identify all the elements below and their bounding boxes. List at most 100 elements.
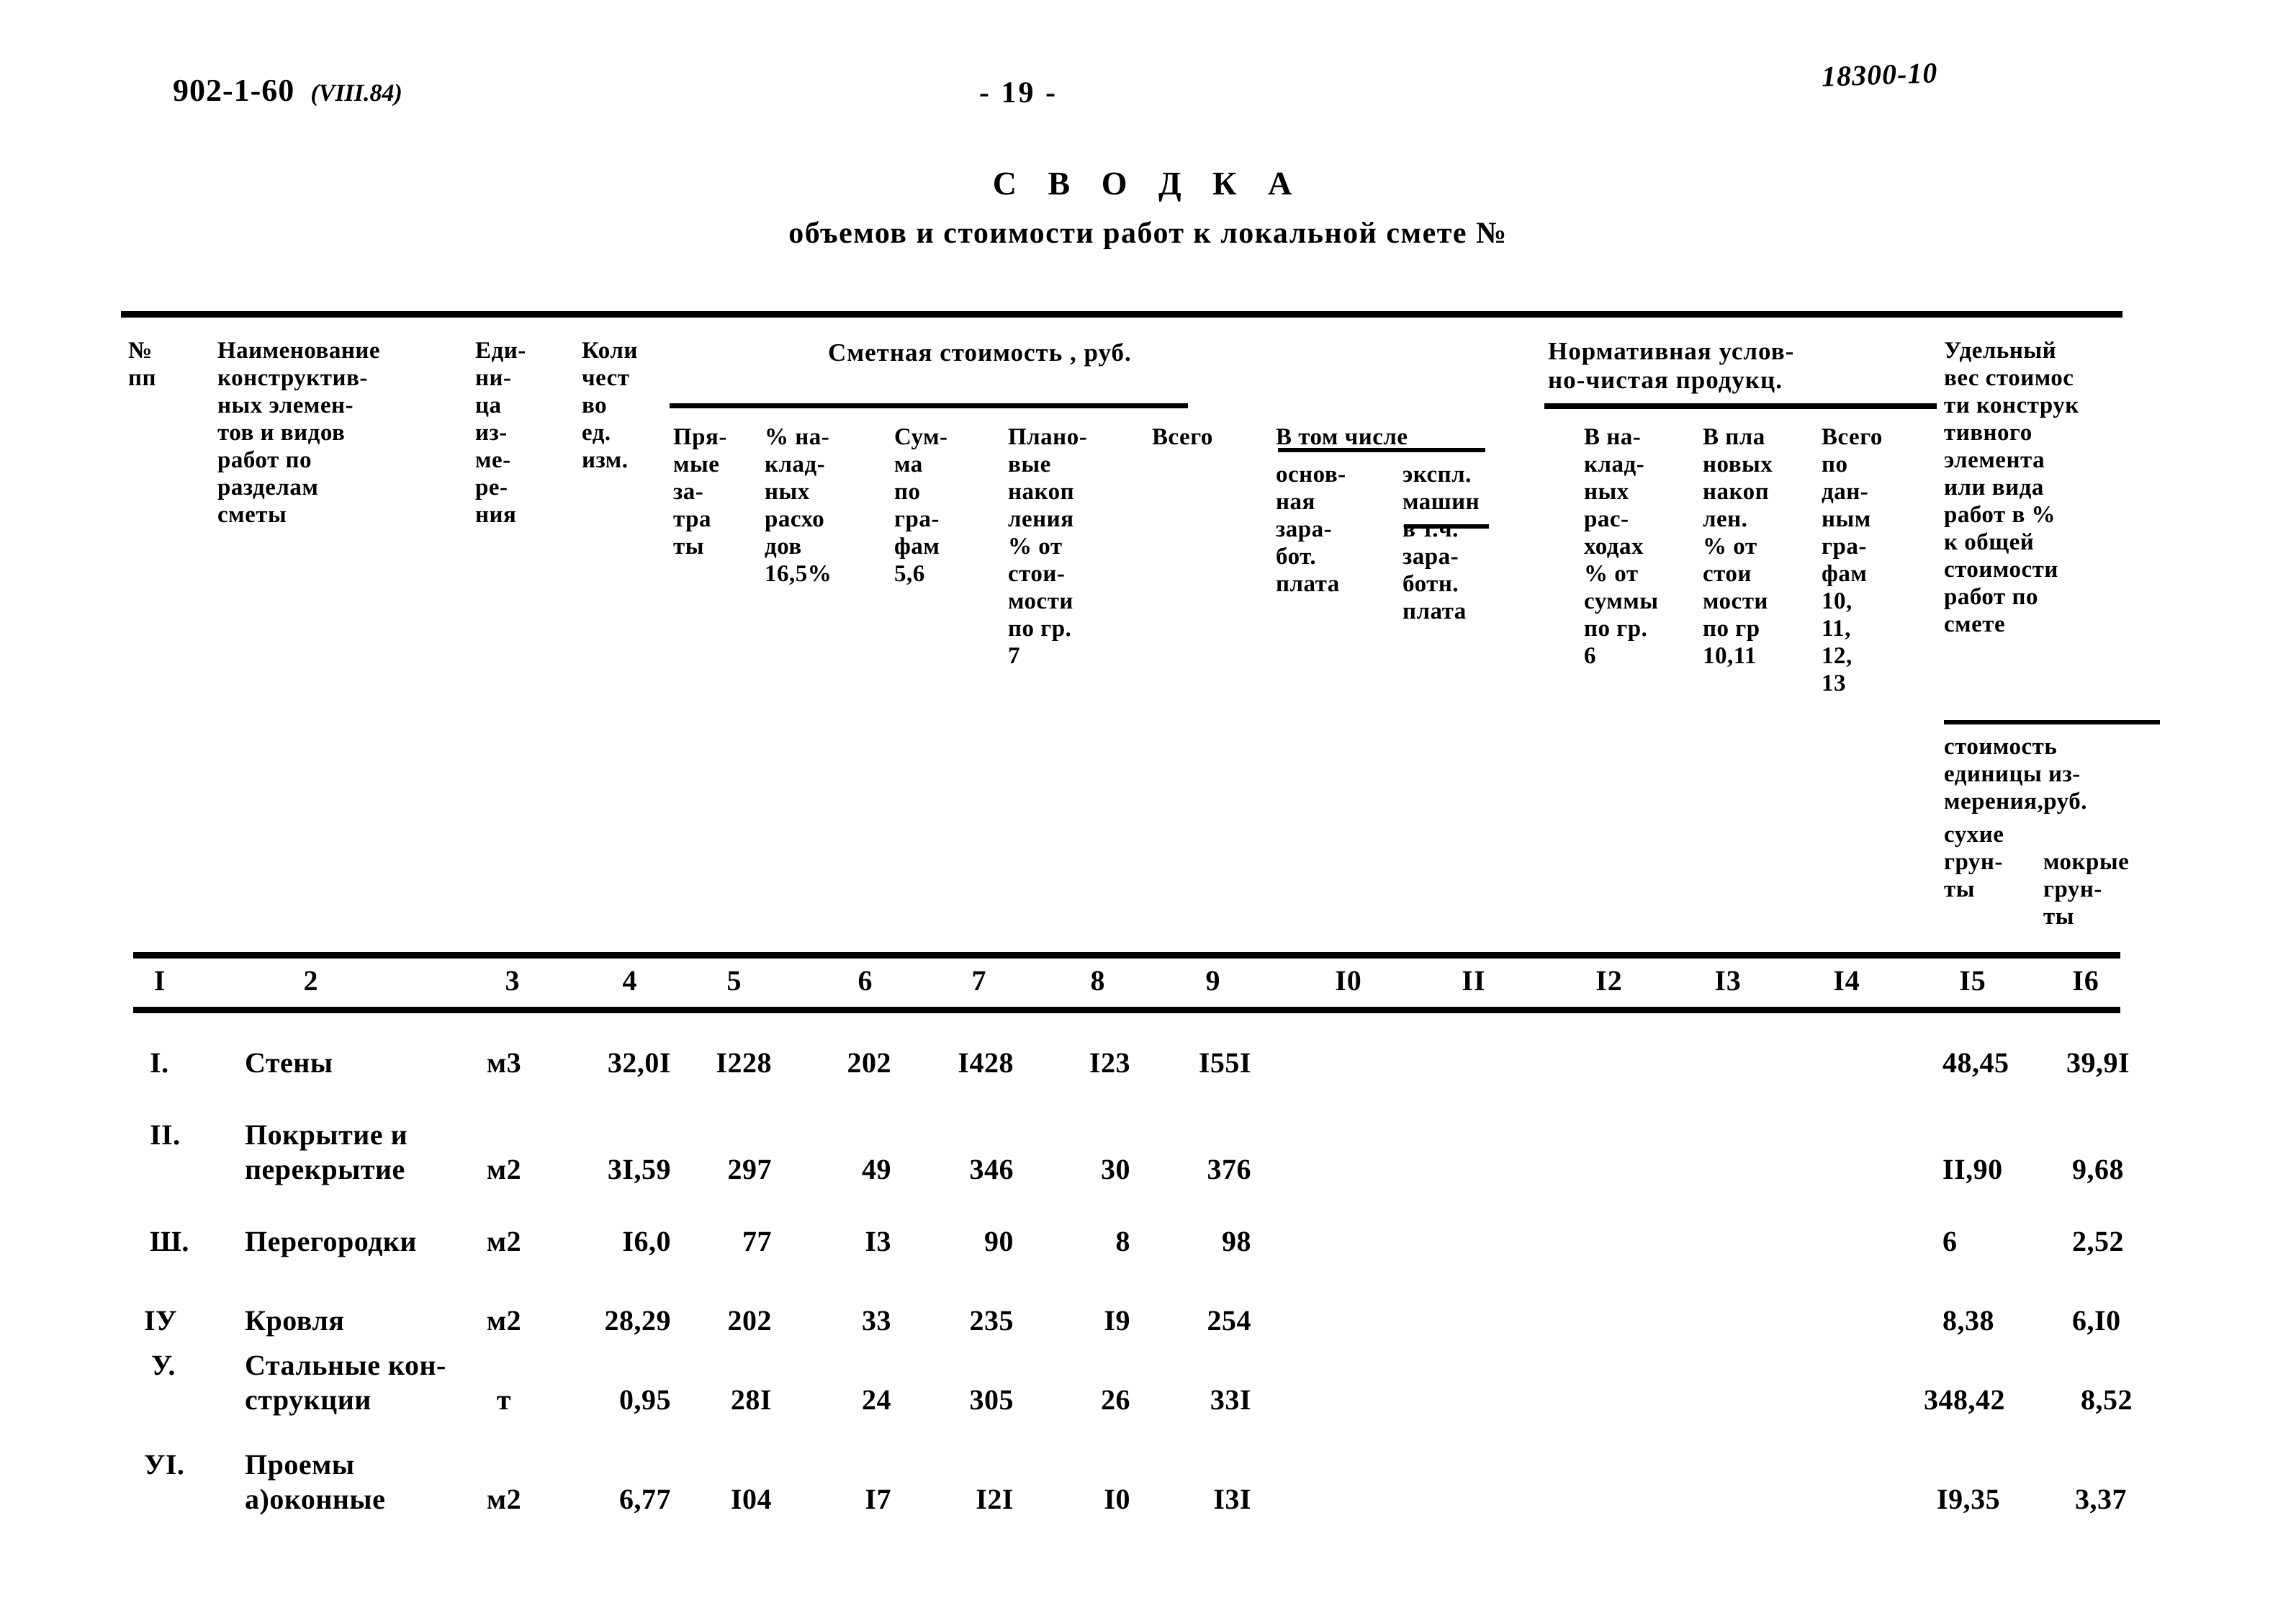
column-number-11: II (1462, 964, 1486, 997)
table-row: I04 (730, 1483, 772, 1515)
table-row: м2 (486, 1225, 522, 1257)
table-row: Покрытие и (245, 1118, 408, 1151)
page-title: С В О Д К А (992, 165, 1304, 202)
column-number-14: I4 (1833, 964, 1860, 997)
table-row: 376 (1207, 1153, 1251, 1185)
table-row: а)оконные (245, 1483, 386, 1515)
table-row: 297 (727, 1153, 772, 1185)
table-row: Стены (245, 1046, 333, 1079)
table-row: 346 (969, 1153, 1014, 1185)
table-row: 26 (1101, 1383, 1130, 1416)
table-row: Ш. (150, 1225, 189, 1257)
normativnaya-group-rule (1544, 403, 1937, 409)
table-row: I9 (1104, 1304, 1130, 1337)
table-row: 32,0I (607, 1046, 671, 1079)
table-row: УI. (144, 1448, 185, 1481)
table-row: м2 (486, 1304, 522, 1337)
table-row: I3I (1213, 1483, 1251, 1515)
table-row: 9,68 (2072, 1153, 2124, 1185)
column-header-machine-operation: экспл. машин в т.ч. зара- ботн. плата (1403, 462, 1480, 624)
table-row: IУ (144, 1304, 177, 1337)
table-row: 28I (730, 1383, 772, 1416)
table-row: м2 (486, 1153, 522, 1185)
table-row: 6 (1942, 1225, 1958, 1257)
column-header-dry-soil: сухие грун- ты (1944, 822, 2004, 902)
column-number-3: 3 (505, 964, 521, 997)
table-row: 30 (1101, 1153, 1130, 1185)
column-number-2: 2 (303, 964, 319, 997)
table-row: 6,77 (619, 1483, 671, 1515)
column-header-basic-wage: основ- ная зара- бот. плата (1276, 462, 1346, 597)
table-row: м2 (486, 1483, 522, 1515)
table-row: I3 (865, 1225, 891, 1257)
table-row: II,90 (1942, 1153, 2003, 1185)
table-row: I7 (865, 1483, 891, 1515)
column-number-12: I2 (1595, 964, 1623, 997)
table-row: 305 (969, 1383, 1014, 1416)
table-row: I2I (976, 1483, 1014, 1515)
table-row: I23 (1089, 1046, 1130, 1079)
column-header-nchp-overhead: В на- клад- ных рас- ходах % от суммы по… (1584, 424, 1659, 669)
table-row: Стальные кон- (245, 1349, 446, 1381)
column-number-10: I0 (1335, 964, 1362, 997)
table-row: Перегородки (245, 1225, 417, 1257)
column-number-15: I5 (1959, 964, 1986, 997)
smetnaya-group-rule (670, 403, 1188, 408)
table-row: 3I,59 (607, 1153, 671, 1185)
column-number-8: 8 (1090, 964, 1106, 997)
table-row: 24 (862, 1383, 891, 1416)
table-row: I6,0 (622, 1225, 671, 1257)
document-revision: (VIII.84) (310, 80, 402, 107)
table-row: 3,37 (2075, 1483, 2127, 1515)
column-header-wet-soil: мокрые грун- ты (2043, 849, 2130, 930)
column-header-unit: Еди- ни- ца из- ме- ре- ния (475, 338, 526, 528)
column-header-planned-savings: Плано- вые накоп ления % от стои- мости … (1008, 424, 1088, 669)
table-row: 8,38 (1942, 1304, 1994, 1337)
column-number-top-rule (133, 952, 2120, 959)
table-row: 2,52 (2072, 1225, 2124, 1257)
column-number-6: 6 (857, 964, 873, 997)
table-row: II. (150, 1118, 181, 1151)
udelny-ves-rule (1944, 720, 2160, 724)
column-number-7: 7 (971, 964, 987, 997)
table-row: 202 (727, 1304, 772, 1337)
column-header-unit-cost: стоимость единицы из- мерения,руб. (1944, 734, 2087, 814)
column-header-quantity: Коли чест во ед. изм. (582, 338, 638, 473)
column-header-total: Всего (1152, 424, 1213, 450)
column-number-9: 9 (1205, 964, 1221, 997)
table-row: 49 (862, 1153, 891, 1185)
table-row: I9,35 (1937, 1483, 2001, 1515)
column-header-no: № пп (128, 338, 157, 391)
table-row: м3 (486, 1046, 522, 1079)
column-header-specific-weight: Удельный вес стоимос ти конструк тивного… (1944, 338, 2079, 637)
column-number-4: 4 (622, 964, 638, 997)
column-number-5: 5 (726, 964, 742, 997)
column-number-1: I (153, 964, 166, 997)
table-row: I55I (1198, 1046, 1251, 1079)
group-header-smetnaya-stoimost: Сметная стоимость , руб. (828, 338, 1132, 367)
column-number-16: I6 (2072, 964, 2099, 997)
table-row: I428 (958, 1046, 1014, 1079)
table-row: 33I (1210, 1383, 1251, 1416)
table-top-rule (121, 311, 2122, 318)
table-row: 6,I0 (2072, 1304, 2121, 1337)
page-number: - 19 - (979, 76, 1058, 109)
table-row: 254 (1207, 1304, 1251, 1337)
document-code: 902-1-60 (VIII.84) (173, 72, 402, 109)
table-row: струкции (245, 1383, 372, 1416)
table-row: 39,9I (2066, 1046, 2130, 1079)
stamp-code: 18300-10 (1821, 56, 1939, 93)
table-row: 98 (1222, 1225, 1251, 1257)
column-number-13: I3 (1714, 964, 1742, 997)
table-row: У. (151, 1349, 176, 1381)
column-header-name: Наименование конструктив- ных элемен- то… (217, 338, 380, 528)
table-row: перекрытие (245, 1153, 405, 1185)
table-row: 33 (862, 1304, 891, 1337)
column-header-nchp-planned: В пла новых накоп лен. % от стои мости п… (1703, 424, 1773, 669)
column-header-direct-costs: Пря- мые за- тра ты (673, 424, 727, 560)
table-row: 348,42 (1924, 1383, 2005, 1416)
page-subtitle: объемов и стоимости работ к локальной см… (788, 217, 1508, 250)
table-row: т (496, 1383, 512, 1416)
table-row: 202 (847, 1046, 891, 1079)
table-row: 28,29 (604, 1304, 671, 1337)
